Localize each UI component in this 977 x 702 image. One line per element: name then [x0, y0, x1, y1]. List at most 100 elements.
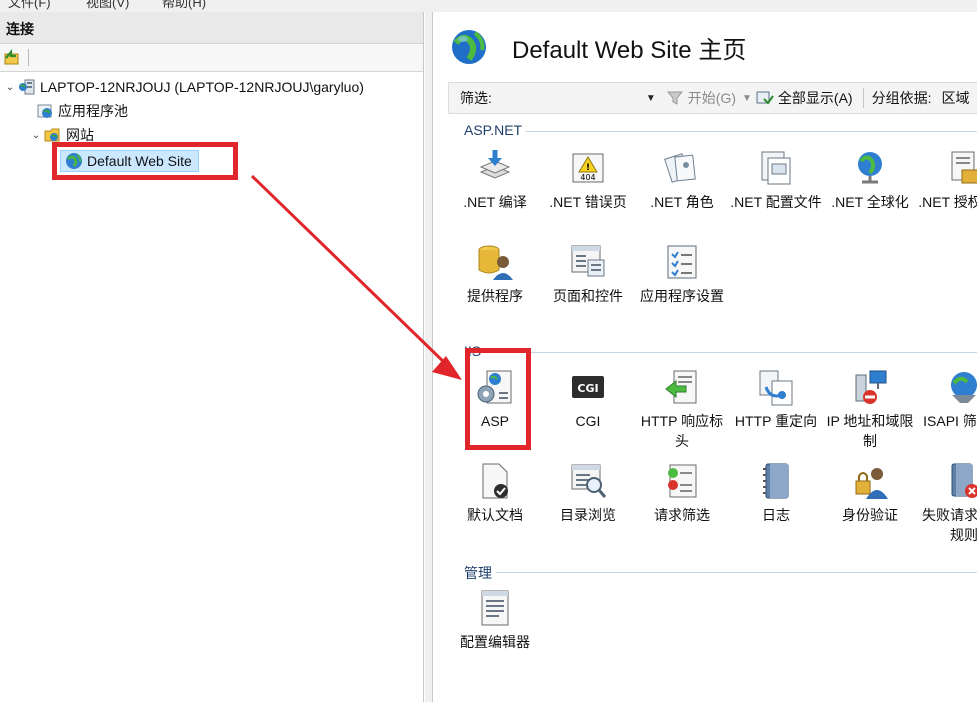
directory-browse-icon — [571, 464, 607, 498]
feature-net-error-pages[interactable]: ! 404 .NET 错误页 — [541, 148, 635, 212]
cgi-icon: CGI — [572, 376, 604, 398]
feature-pages-controls[interactable]: 页面和控件 — [541, 242, 635, 306]
feature-label: 失败请求跟踪规则 — [922, 507, 977, 543]
feature-net-globalization[interactable]: .NET 全球化 — [823, 148, 917, 212]
show-all-icon — [756, 91, 774, 105]
feature-label: 目录浏览 — [560, 507, 616, 523]
toolbar-separator — [862, 88, 864, 108]
profile-doc-icon — [761, 151, 791, 185]
feature-label: HTTP 响应标头 — [640, 413, 724, 449]
feature-label: ISAPI 筛选器 — [923, 413, 977, 429]
feature-label: 请求筛选 — [654, 507, 710, 523]
log-book-icon — [763, 463, 789, 499]
filter-toolbar: 筛选: ▼ 开始(G) ▼ 全部显示(A) 分组依据: 区域 — [448, 82, 977, 114]
app-settings-list-icon — [667, 245, 697, 279]
group-by-select[interactable]: 区域 — [941, 88, 969, 108]
feature-label: 配置编辑器 — [460, 634, 530, 650]
pages-controls-icon — [571, 245, 605, 277]
section-aspnet-label: ASP.NET — [464, 122, 527, 138]
feature-label: .NET 错误页 — [549, 194, 627, 210]
feature-label: 页面和控件 — [553, 288, 623, 304]
feature-label: 提供程序 — [467, 288, 523, 304]
start-page-icon[interactable] — [3, 49, 21, 65]
show-all-button[interactable]: 全部显示(A) — [756, 88, 853, 108]
globe-stand-icon — [858, 152, 882, 184]
feature-isapi-filters[interactable]: ISAPI 筛选器 — [917, 367, 977, 431]
feature-net-authorization[interactable]: .NET 授权规则 — [917, 148, 977, 212]
filter-input[interactable] — [498, 87, 644, 109]
feature-label: HTTP 重定向 — [734, 413, 818, 429]
feature-ip-domain-restrictions[interactable]: IP 地址和域限制 — [823, 367, 917, 451]
feature-failed-request-tracing[interactable]: 失败请求跟踪规则 — [917, 461, 977, 545]
feature-label: 默认文档 — [467, 507, 523, 523]
svg-text:404: 404 — [580, 173, 595, 182]
start-filter-button[interactable]: 开始(G) — [666, 88, 736, 108]
highlight-box-asp — [465, 348, 531, 450]
feature-net-roles[interactable]: .NET 角色 — [635, 148, 729, 212]
menu-view[interactable]: 视图(V) — [86, 0, 129, 11]
feature-cgi[interactable]: CGI CGI — [541, 367, 635, 431]
pane-splitter[interactable] — [425, 12, 433, 702]
feature-label: 日志 — [762, 507, 790, 523]
section-divider — [464, 131, 977, 132]
connections-pane: 连接 ⌄ LAPTOP-12NRJOUJ (LAPTOP-12NRJOUJ\ga… — [0, 12, 424, 702]
feature-authentication[interactable]: 身份验证 — [823, 461, 917, 525]
feature-directory-browsing[interactable]: 目录浏览 — [541, 461, 635, 525]
providers-db-icon — [478, 245, 513, 280]
server-icon — [19, 79, 35, 95]
filter-dropdown-icon[interactable]: ▼ — [646, 93, 656, 104]
feature-providers[interactable]: 提供程序 — [448, 242, 542, 306]
features-pane: Default Web Site 主页 筛选: ▼ 开始(G) ▼ 全部显示(A… — [434, 12, 977, 702]
svg-text:!: ! — [586, 163, 590, 173]
feature-label: .NET 全球化 — [831, 194, 909, 210]
page-title: Default Web Site 主页 — [512, 37, 747, 64]
feature-label: IP 地址和域限制 — [826, 413, 914, 449]
authentication-user-lock-icon — [855, 468, 888, 499]
start-filter-label: 开始(G) — [687, 90, 737, 106]
funnel-icon — [666, 91, 683, 105]
authorization-lock-icon — [951, 151, 977, 184]
menu-bar: 文件(F) 视图(V) 帮助(H) — [0, 0, 977, 12]
section-management-label: 管理 — [464, 563, 496, 583]
site-globe-icon — [452, 30, 486, 64]
feature-label: CGI — [575, 413, 601, 429]
feature-http-response-headers[interactable]: HTTP 响应标头 — [635, 367, 729, 451]
feature-app-settings[interactable]: 应用程序设置 — [635, 242, 729, 306]
feature-label: .NET 角色 — [650, 194, 714, 210]
svg-text:CGI: CGI — [577, 382, 598, 395]
feature-net-profile[interactable]: .NET 配置文件 — [729, 148, 823, 212]
tree-node-server[interactable]: ⌄ LAPTOP-12NRJOUJ (LAPTOP-12NRJOUJ\garyl… — [4, 76, 364, 98]
tree-node-app-pools[interactable]: 应用程序池 — [34, 100, 128, 122]
feature-http-redirect[interactable]: HTTP 重定向 — [729, 367, 823, 431]
menu-help[interactable]: 帮助(H) — [162, 0, 206, 11]
request-filtering-icon — [668, 464, 697, 498]
feature-label: .NET 授权规则 — [918, 194, 977, 210]
start-dropdown-icon[interactable]: ▼ — [742, 93, 752, 104]
app-pool-icon — [37, 104, 52, 118]
response-headers-icon — [665, 370, 697, 404]
collapse-chevron-icon[interactable]: ⌄ — [4, 82, 16, 93]
feature-request-filtering[interactable]: 请求筛选 — [635, 461, 729, 525]
feature-logging[interactable]: 日志 — [729, 461, 823, 525]
menu-file[interactable]: 文件(F) — [8, 0, 51, 11]
group-by-label: 分组依据: — [871, 90, 932, 106]
redirect-icon — [759, 370, 793, 406]
feature-default-document[interactable]: 默认文档 — [448, 461, 542, 525]
section-divider — [464, 352, 977, 353]
roles-cards-icon — [664, 153, 696, 183]
collapse-chevron-icon[interactable]: ⌄ — [30, 130, 42, 141]
feature-net-compilation[interactable]: .NET 编译 — [448, 148, 542, 212]
feature-label: 应用程序设置 — [640, 288, 724, 304]
connections-header: 连接 — [0, 12, 423, 44]
app-pools-label: 应用程序池 — [58, 103, 128, 119]
isapi-filter-icon — [951, 372, 977, 403]
feature-configuration-editor[interactable]: 配置编辑器 — [448, 588, 542, 652]
compile-stack-icon — [479, 150, 511, 179]
section-divider — [464, 572, 977, 573]
feature-label: .NET 编译 — [463, 194, 527, 210]
connections-toolbar — [0, 44, 423, 72]
toolbar-separator — [28, 49, 29, 66]
filter-label: 筛选: — [460, 90, 492, 106]
show-all-label: 全部显示(A) — [777, 90, 853, 106]
highlight-box-site — [52, 142, 238, 180]
